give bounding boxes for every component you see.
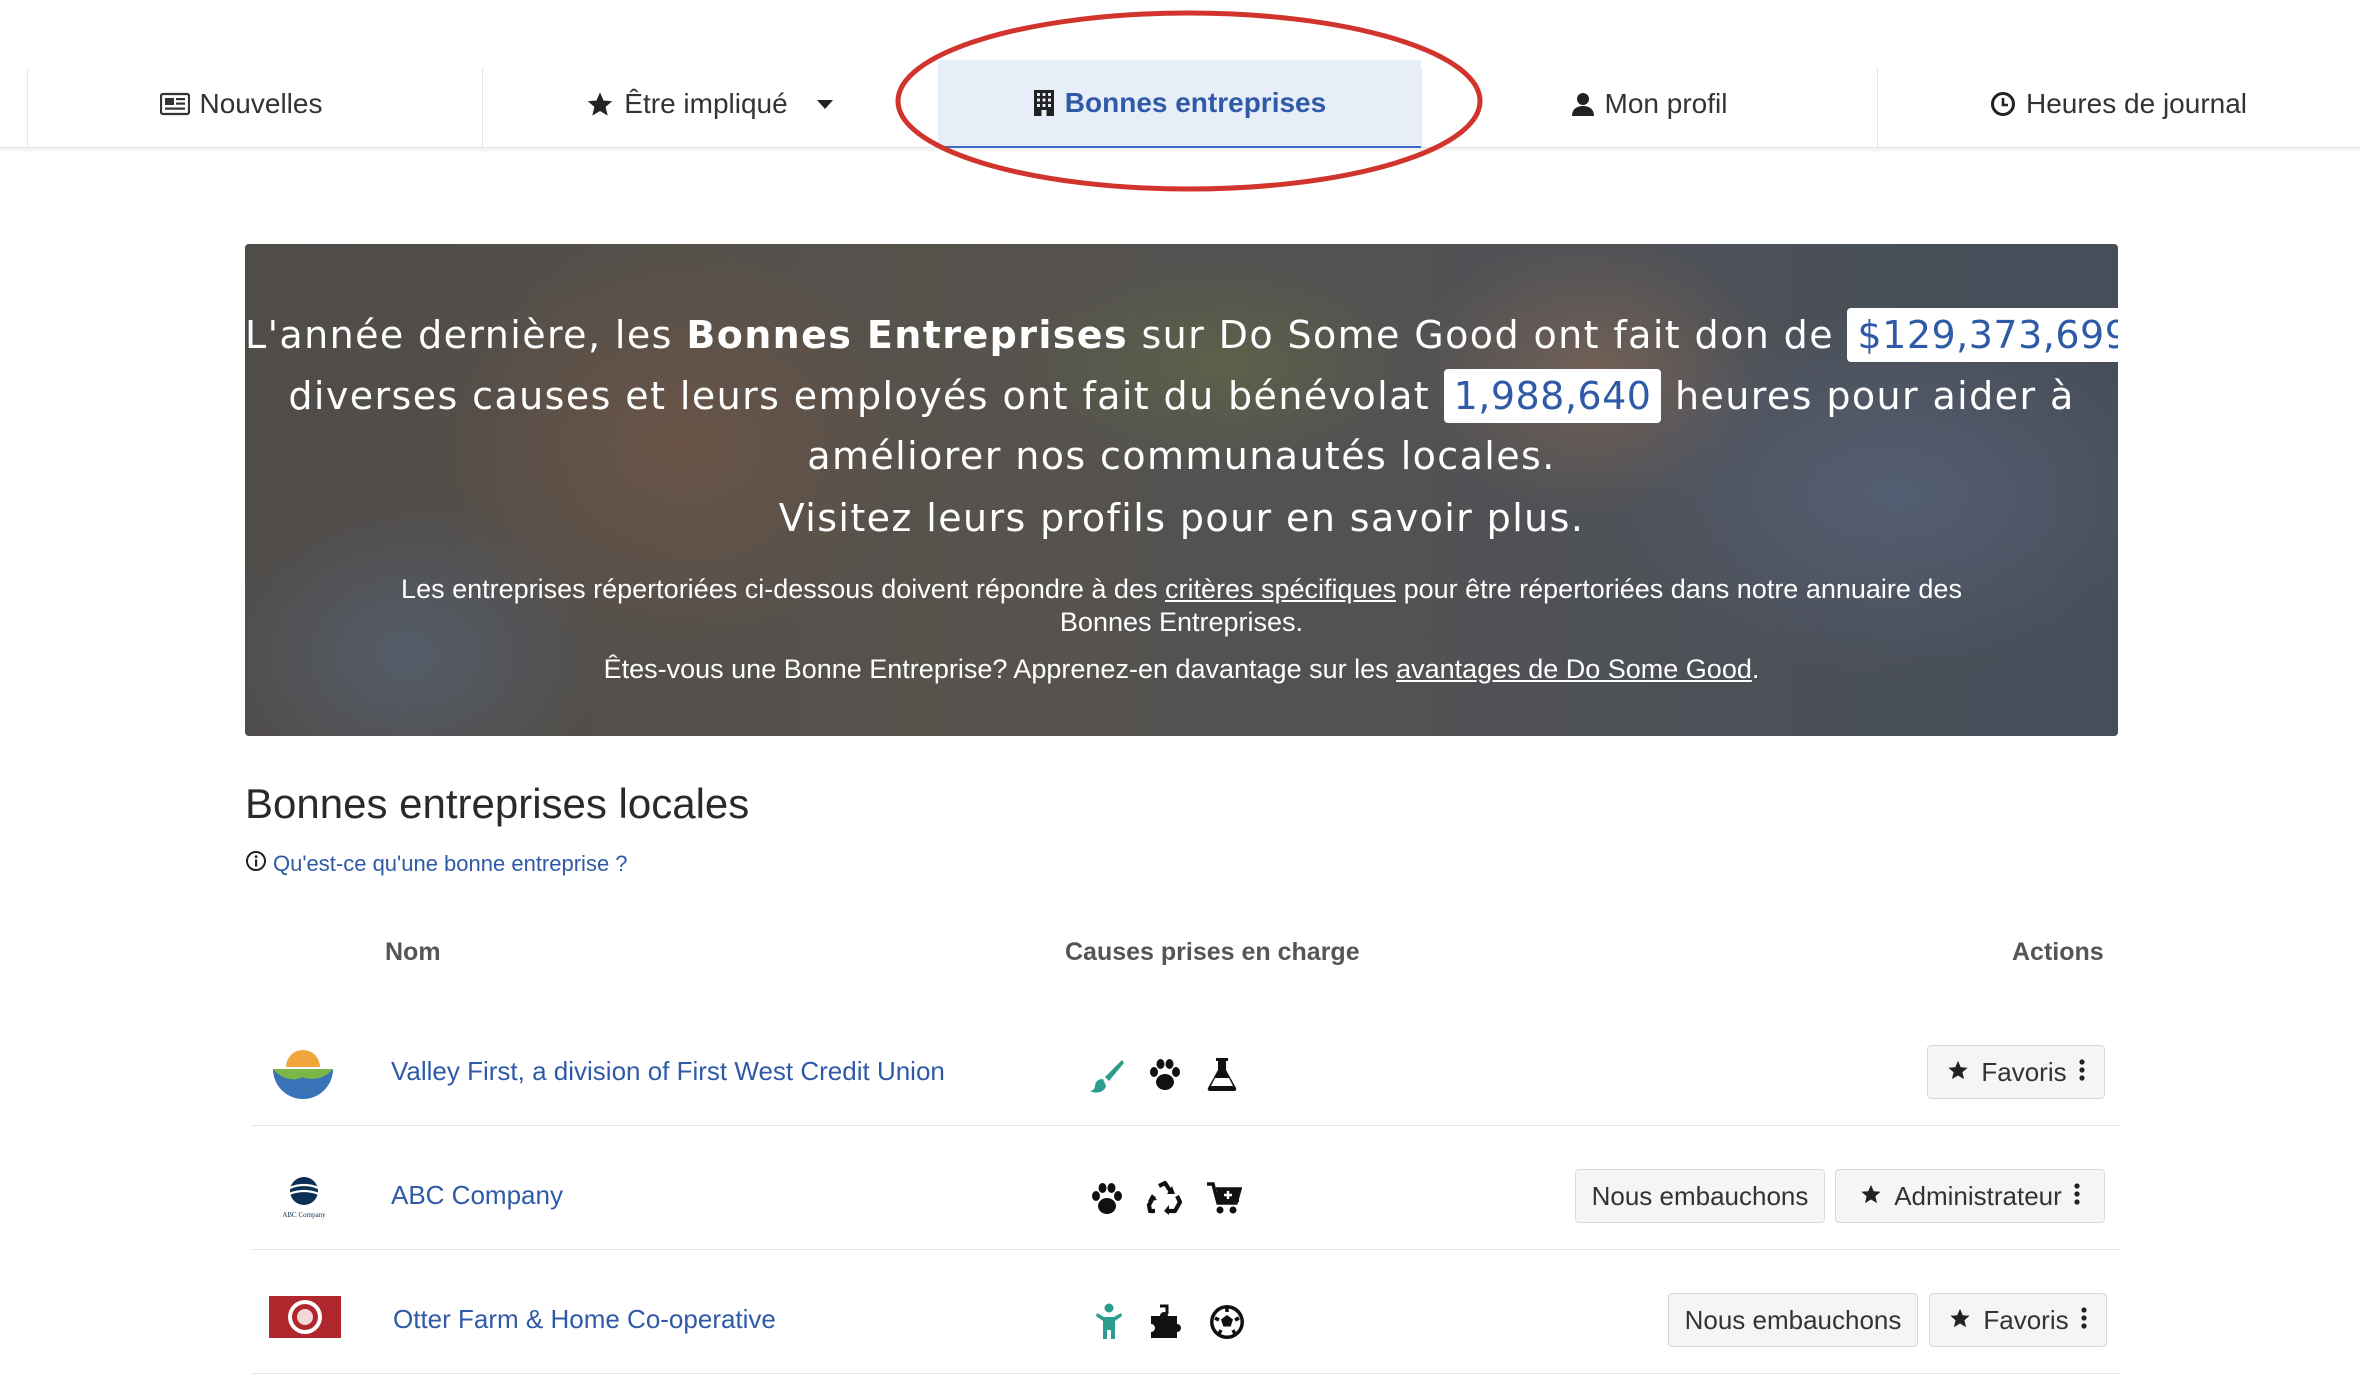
benefits-link[interactable]: avantages de Do Some Good: [1396, 654, 1752, 684]
hero-benefits-text: Êtes-vous une Bonne Entreprise? Apprenez…: [245, 654, 2118, 685]
info-link-label: Qu'est-ce qu'une bonne entreprise ?: [273, 851, 628, 876]
table-row: Otter Farm & Home Co-operative Nous emba…: [251, 1250, 2121, 1374]
hero-text-segment: heures pour aider à: [1661, 374, 2075, 418]
column-header-name[interactable]: Nom: [385, 938, 441, 967]
tab-nouvelles[interactable]: Nouvelles: [0, 60, 482, 148]
favorite-button[interactable]: Favoris: [1927, 1045, 2105, 1099]
user-icon: [1571, 91, 1595, 117]
child-icon[interactable]: [1096, 1303, 1122, 1346]
column-header-actions: Actions: [2012, 938, 2104, 966]
administrator-button-label: Administrateur: [1894, 1180, 2062, 1211]
hours-stat: 1,988,640: [1443, 369, 1662, 423]
criteria-link[interactable]: critères spécifiques: [1165, 574, 1396, 604]
newspaper-icon: [159, 92, 190, 116]
tab-heures-de-journal[interactable]: Heures de journal: [1877, 60, 2360, 148]
flask-icon[interactable]: [1206, 1056, 1238, 1097]
what-is-good-business-link[interactable]: Qu'est-ce qu'une bonne entreprise ?: [245, 850, 628, 878]
favorite-button[interactable]: Favoris: [1929, 1293, 2107, 1347]
more-options-icon[interactable]: [2074, 1181, 2080, 1212]
star-icon: [1860, 1181, 1882, 1212]
hero-text: L'année dernière, les Bonnes Entreprises…: [245, 244, 2118, 736]
company-name-link[interactable]: ABC Company: [391, 1180, 563, 1211]
tab-etre-implique-label: Être impliqué: [624, 88, 788, 119]
top-navigation: Nouvelles Être impliqué Bonnes entrepris…: [0, 60, 2360, 148]
section-title: Bonnes entreprises locales: [245, 780, 750, 827]
tab-mon-profil[interactable]: Mon profil: [1421, 60, 1877, 148]
star-icon: [1947, 1057, 1969, 1088]
chevron-down-icon[interactable]: [816, 98, 834, 110]
company-logo[interactable]: ABC Company: [279, 1176, 329, 1219]
donation-stat: $129,373,699: [1847, 308, 2118, 362]
hero-banner: L'année dernière, les Bonnes Entreprises…: [245, 244, 2118, 736]
recycle-icon[interactable]: [1146, 1180, 1184, 1221]
company-logo[interactable]: [272, 1045, 334, 1106]
company-name-link[interactable]: Valley First, a division of First West C…: [391, 1056, 945, 1087]
info-icon: [245, 850, 267, 878]
hero-text-segment: Les entreprises répertoriées ci-dessous …: [401, 574, 1165, 604]
tab-bonnes-entreprises-label: Bonnes entreprises: [1064, 87, 1327, 118]
column-header-causes: Causes prises en charge: [1065, 938, 1360, 966]
table-row: Valley First, a division of First West C…: [251, 1002, 2121, 1126]
hero-line-4: Visitez leurs profils pour en savoir plu…: [778, 496, 1585, 540]
hero-text-segment: sur Do Some Good ont fait don de: [1128, 313, 1848, 357]
tab-mon-profil-label: Mon profil: [1604, 88, 1728, 119]
hero-line-3: améliorer nos communautés locales.: [807, 434, 1556, 478]
tab-heures-de-journal-label: Heures de journal: [2025, 88, 2248, 119]
tab-bonnes-entreprises[interactable]: Bonnes entreprises: [938, 60, 1421, 148]
hero-criteria-text-2: Bonnes Entreprises.: [1059, 607, 1304, 637]
company-logo[interactable]: [269, 1296, 341, 1343]
hiring-button[interactable]: Nous embauchons: [1575, 1169, 1825, 1223]
administrator-button[interactable]: Administrateur: [1835, 1169, 2105, 1223]
soccer-ball-icon[interactable]: [1208, 1303, 1246, 1346]
hero-line-1: L'année dernière, les Bonnes Entreprises…: [245, 308, 2118, 362]
table-row: ABC Company ABC Company Nous embauchons …: [251, 1126, 2121, 1250]
puzzle-icon[interactable]: [1149, 1304, 1185, 1345]
paw-icon[interactable]: [1089, 1182, 1125, 1221]
tab-etre-implique[interactable]: Être impliqué: [482, 60, 938, 148]
star-icon: [586, 90, 614, 118]
paw-icon[interactable]: [1147, 1058, 1183, 1097]
building-icon: [1033, 89, 1055, 117]
hero-text-segment: .: [1751, 654, 1760, 684]
star-icon: [1949, 1305, 1971, 1336]
favorite-button-label: Favoris: [1981, 1056, 2067, 1087]
hero-bold-text: Bonnes Entreprises: [686, 313, 1128, 357]
more-options-icon[interactable]: [2079, 1057, 2085, 1088]
favorite-button-label: Favoris: [1983, 1304, 2069, 1335]
more-options-icon[interactable]: [2081, 1305, 2087, 1336]
hero-text-segment: Êtes-vous une Bonne Entreprise? Apprenez…: [603, 654, 1397, 684]
logo-caption: ABC Company: [282, 1211, 326, 1219]
hero-text-segment: pour être répertoriées dans notre annuai…: [1396, 574, 1962, 604]
cart-icon[interactable]: [1206, 1181, 1243, 1220]
company-name-link[interactable]: Otter Farm & Home Co-operative: [393, 1304, 776, 1335]
hero-text-segment: L'année dernière, les: [245, 313, 687, 357]
hero-line-2: diverses causes et leurs employés ont fa…: [245, 369, 2118, 423]
clock-icon: [1990, 91, 2016, 117]
paintbrush-icon[interactable]: [1089, 1058, 1125, 1099]
tab-nouvelles-label: Nouvelles: [199, 88, 323, 119]
hiring-button[interactable]: Nous embauchons: [1668, 1293, 1918, 1347]
hero-criteria-text: Les entreprises répertoriées ci-dessous …: [245, 574, 2118, 605]
hero-text-segment: diverses causes et leurs employés ont fa…: [288, 374, 1444, 418]
